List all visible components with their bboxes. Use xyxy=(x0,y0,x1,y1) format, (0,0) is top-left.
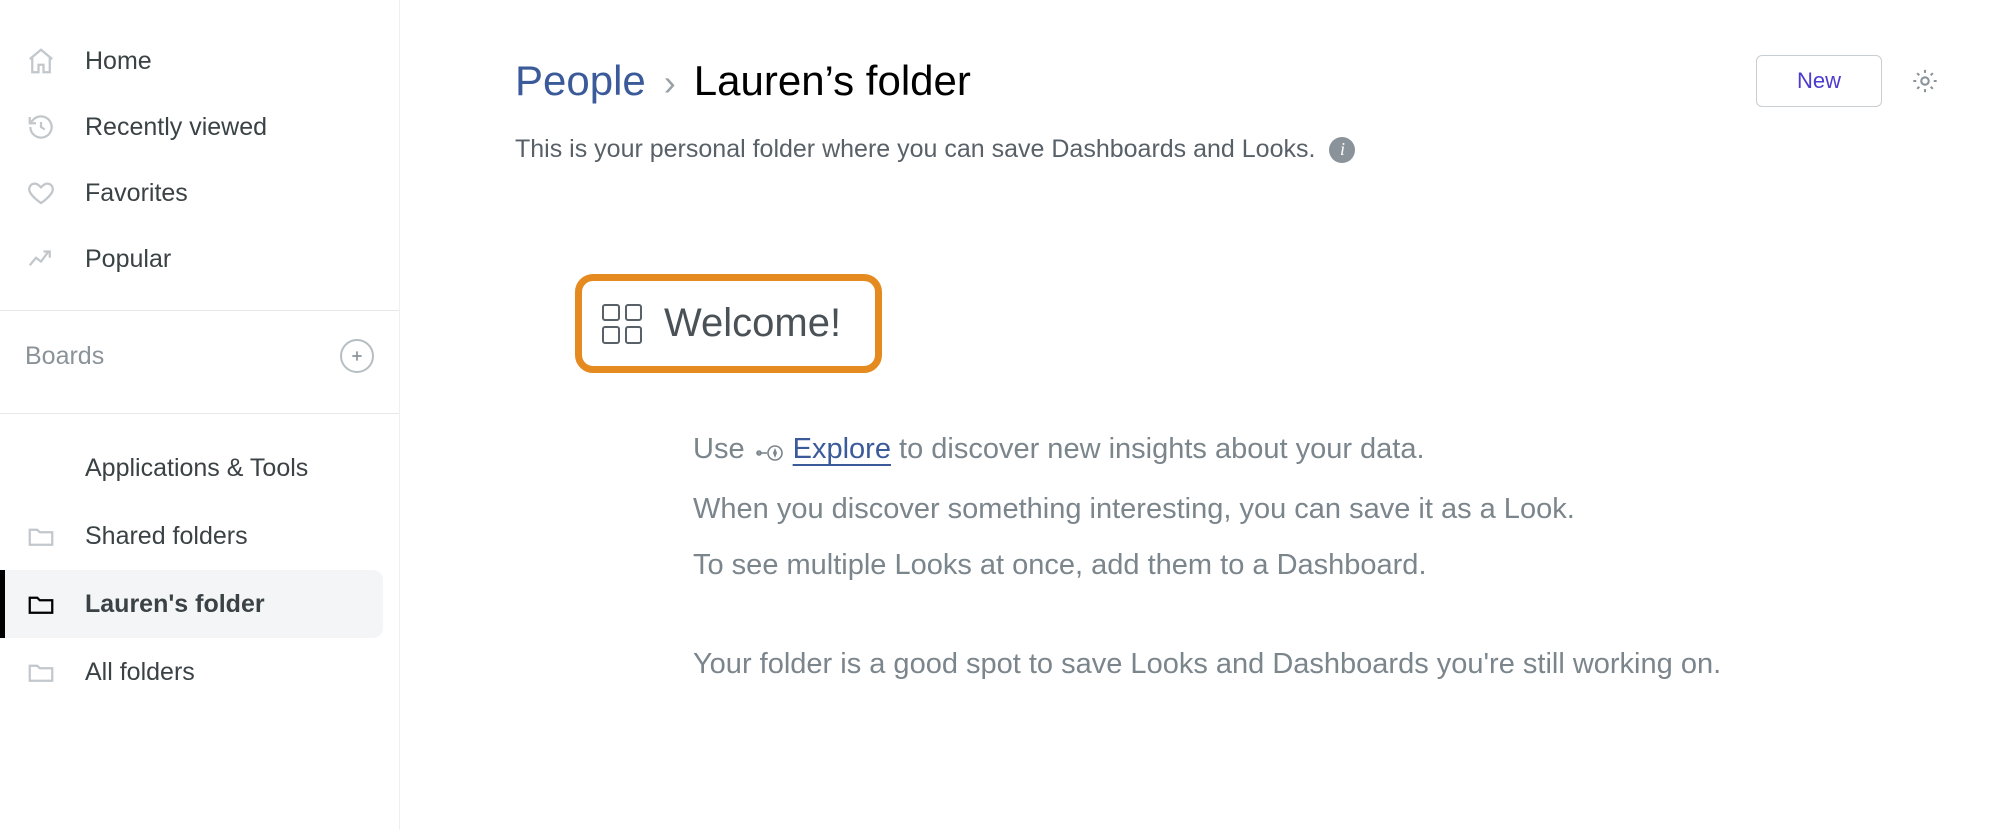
sidebar: Home Recently viewed Favorites Popular B… xyxy=(0,0,400,830)
subtitle-text: This is your personal folder where you c… xyxy=(515,135,1315,164)
sidebar-item-label: Popular xyxy=(85,245,171,274)
sidebar-item-label: Favorites xyxy=(85,179,188,208)
breadcrumb-root[interactable]: People xyxy=(515,57,646,105)
settings-button[interactable] xyxy=(1910,66,1940,96)
sidebar-item-label: Lauren's folder xyxy=(85,590,265,619)
welcome-title: Welcome! xyxy=(664,301,841,346)
sidebar-item-recently-viewed[interactable]: Recently viewed xyxy=(0,94,399,160)
dashboard-icon xyxy=(602,304,642,344)
welcome-line-3: To see multiple Looks at once, add them … xyxy=(693,537,1880,594)
chevron-right-icon: › xyxy=(664,62,676,104)
folder-icon xyxy=(25,588,57,620)
sidebar-item-label: Shared folders xyxy=(85,522,248,551)
compass-icon xyxy=(755,424,785,481)
folder-icon xyxy=(25,520,57,552)
sidebar-item-favorites[interactable]: Favorites xyxy=(0,160,399,226)
header-actions: New xyxy=(1756,55,1940,107)
apps-icon xyxy=(25,452,57,484)
welcome-panel: Welcome! Use Explore to discover new ins… xyxy=(515,244,1940,752)
page-title: Lauren’s folder xyxy=(694,57,971,105)
sidebar-item-label: All folders xyxy=(85,658,195,687)
sidebar-item-home[interactable]: Home xyxy=(0,28,399,94)
sidebar-item-label: Recently viewed xyxy=(85,113,267,142)
sidebar-item-all-folders[interactable]: All folders xyxy=(0,638,399,706)
main-content: People › Lauren’s folder New This is you… xyxy=(400,0,2000,830)
boards-label: Boards xyxy=(25,342,104,371)
new-button[interactable]: New xyxy=(1756,55,1882,107)
welcome-line-2: When you discover something interesting,… xyxy=(693,481,1880,538)
welcome-body: Use Explore to discover new insights abo… xyxy=(693,421,1880,692)
home-icon xyxy=(25,45,57,77)
welcome-line-1: Use Explore to discover new insights abo… xyxy=(693,421,1880,481)
sidebar-item-popular[interactable]: Popular xyxy=(0,226,399,292)
sidebar-item-laurens-folder[interactable]: Lauren's folder xyxy=(0,570,383,638)
boards-header: Boards xyxy=(0,311,399,395)
header-row: People › Lauren’s folder New xyxy=(515,55,1940,107)
sidebar-item-label: Home xyxy=(85,47,152,76)
gear-icon xyxy=(1911,67,1939,95)
add-board-button[interactable] xyxy=(340,339,374,373)
heart-icon xyxy=(25,177,57,209)
breadcrumb: People › Lauren’s folder xyxy=(515,57,971,105)
app-root: Home Recently viewed Favorites Popular B… xyxy=(0,0,2000,830)
sidebar-item-shared-folders[interactable]: Shared folders xyxy=(0,502,399,570)
subtitle-row: This is your personal folder where you c… xyxy=(515,135,1940,164)
sidebar-item-label: Applications & Tools xyxy=(85,454,308,483)
welcome-line-4: Your folder is a good spot to save Looks… xyxy=(693,636,1880,693)
explore-link[interactable]: Explore xyxy=(793,433,891,465)
sidebar-item-applications-tools[interactable]: Applications & Tools xyxy=(0,434,399,502)
trend-icon xyxy=(25,243,57,275)
history-icon xyxy=(25,111,57,143)
folder-icon xyxy=(25,656,57,688)
welcome-line1-post: to discover new insights about your data… xyxy=(891,433,1425,465)
info-icon[interactable]: i xyxy=(1329,137,1355,163)
welcome-highlight: Welcome! xyxy=(575,274,882,373)
welcome-line1-pre: Use xyxy=(693,433,753,465)
